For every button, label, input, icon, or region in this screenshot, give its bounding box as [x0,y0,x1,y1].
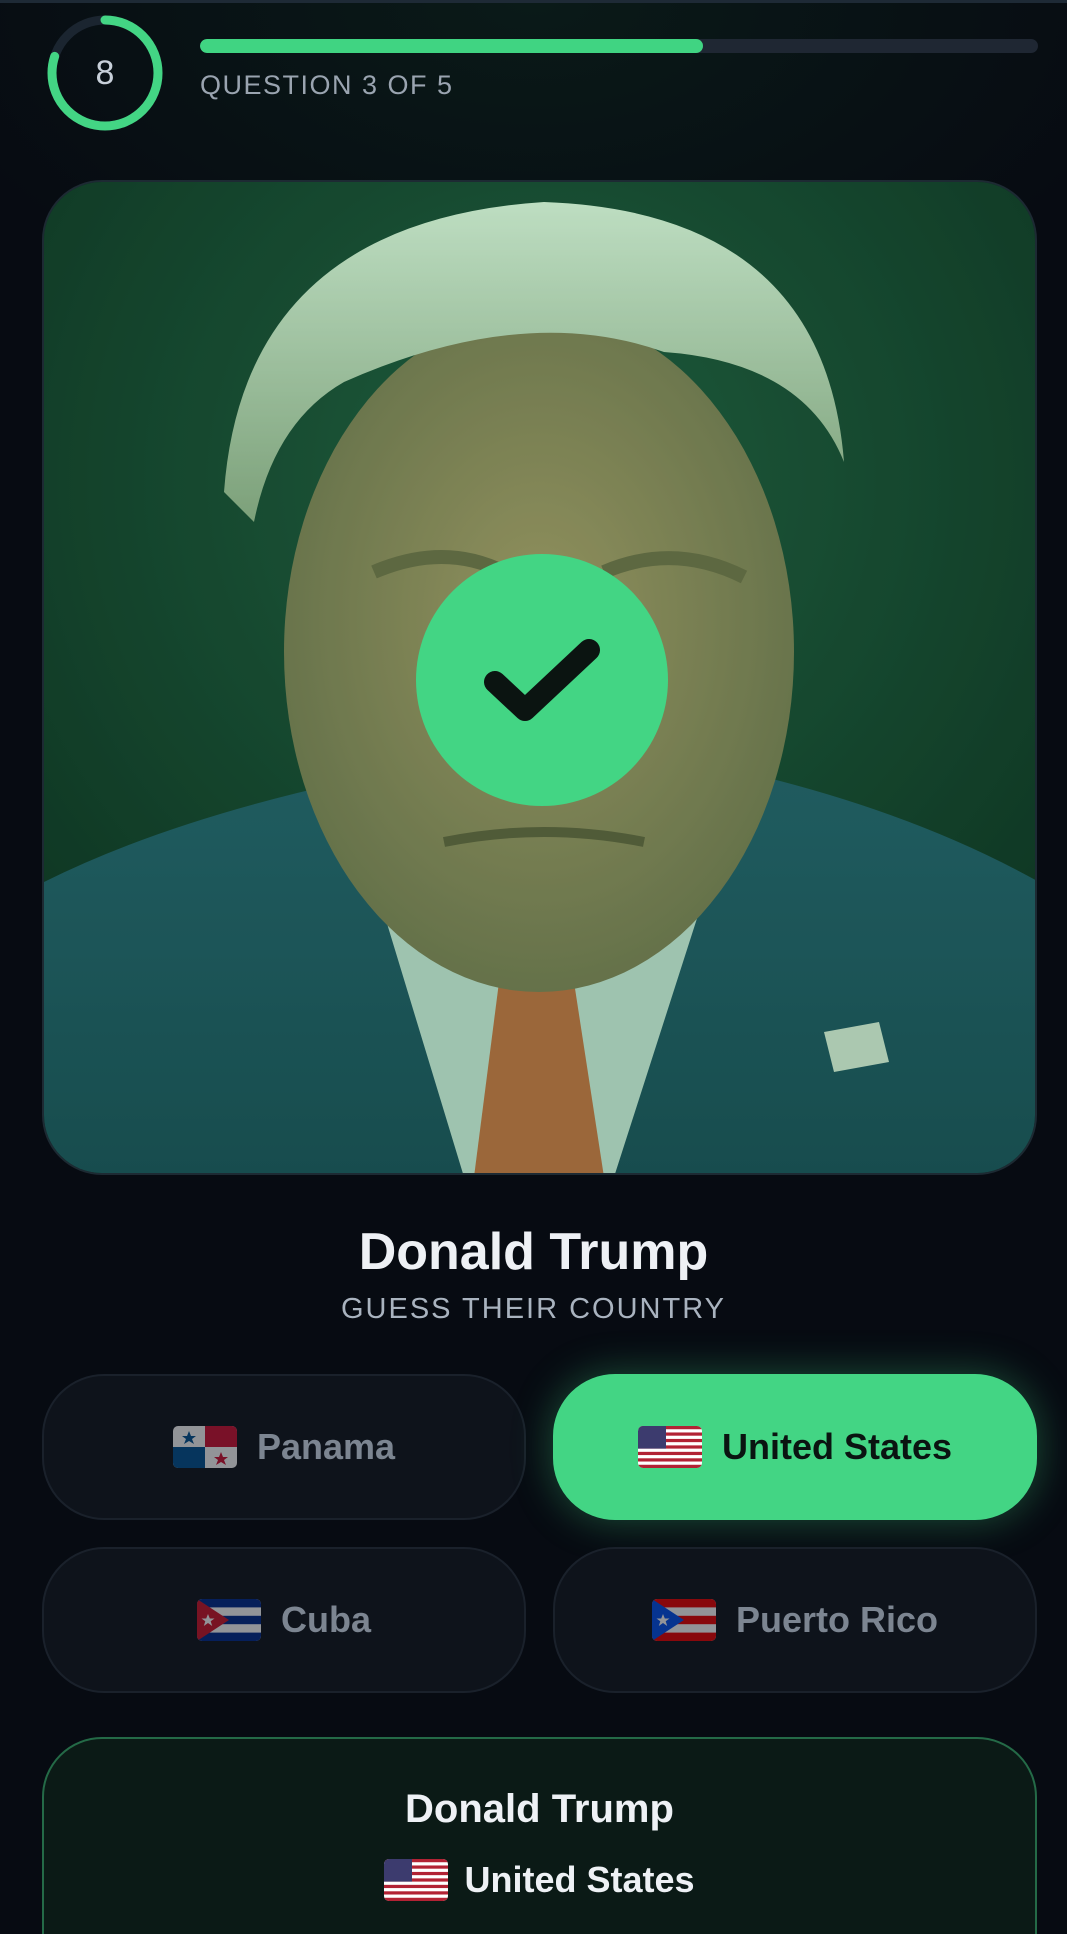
answer-option-label: Puerto Rico [735,1599,939,1640]
question-progress-bar [200,39,1038,53]
result-country: United States [44,1859,1035,1901]
answer-option-united-states[interactable]: United States [553,1374,1037,1520]
answer-reveal-card: Donald Trump United States [42,1737,1037,1934]
question-prompt: GUESS THEIR COUNTRY [341,1293,726,1325]
answer-option-panama[interactable]: Panama [42,1374,526,1520]
top-divider [0,0,1067,3]
check-icon [484,639,600,721]
question-counter: QUESTION 3 OF 5 [200,70,454,100]
answer-option-label: United States [721,1426,953,1467]
countdown-timer: 8 [46,14,164,132]
result-person-name: Donald Trump [405,1787,674,1831]
person-name: Donald Trump [358,1223,709,1281]
progress-fill [200,39,703,53]
answer-option-puerto-rico[interactable]: Puerto Rico [553,1547,1037,1693]
usa-flag-icon [384,1859,449,1901]
panama-flag-icon [172,1426,237,1468]
timer-seconds: 8 [95,53,115,92]
answer-option-label: Panama [256,1426,396,1467]
person-photo [42,180,1037,1175]
answer-option-cuba[interactable]: Cuba [42,1547,526,1693]
result-country-label: United States [464,1859,695,1900]
answer-option-label: Cuba [281,1599,371,1640]
usa-flag-icon [637,1426,702,1468]
puerto-rico-flag-icon [651,1599,716,1641]
cuba-flag-icon [197,1599,261,1641]
correct-indicator [416,554,668,806]
